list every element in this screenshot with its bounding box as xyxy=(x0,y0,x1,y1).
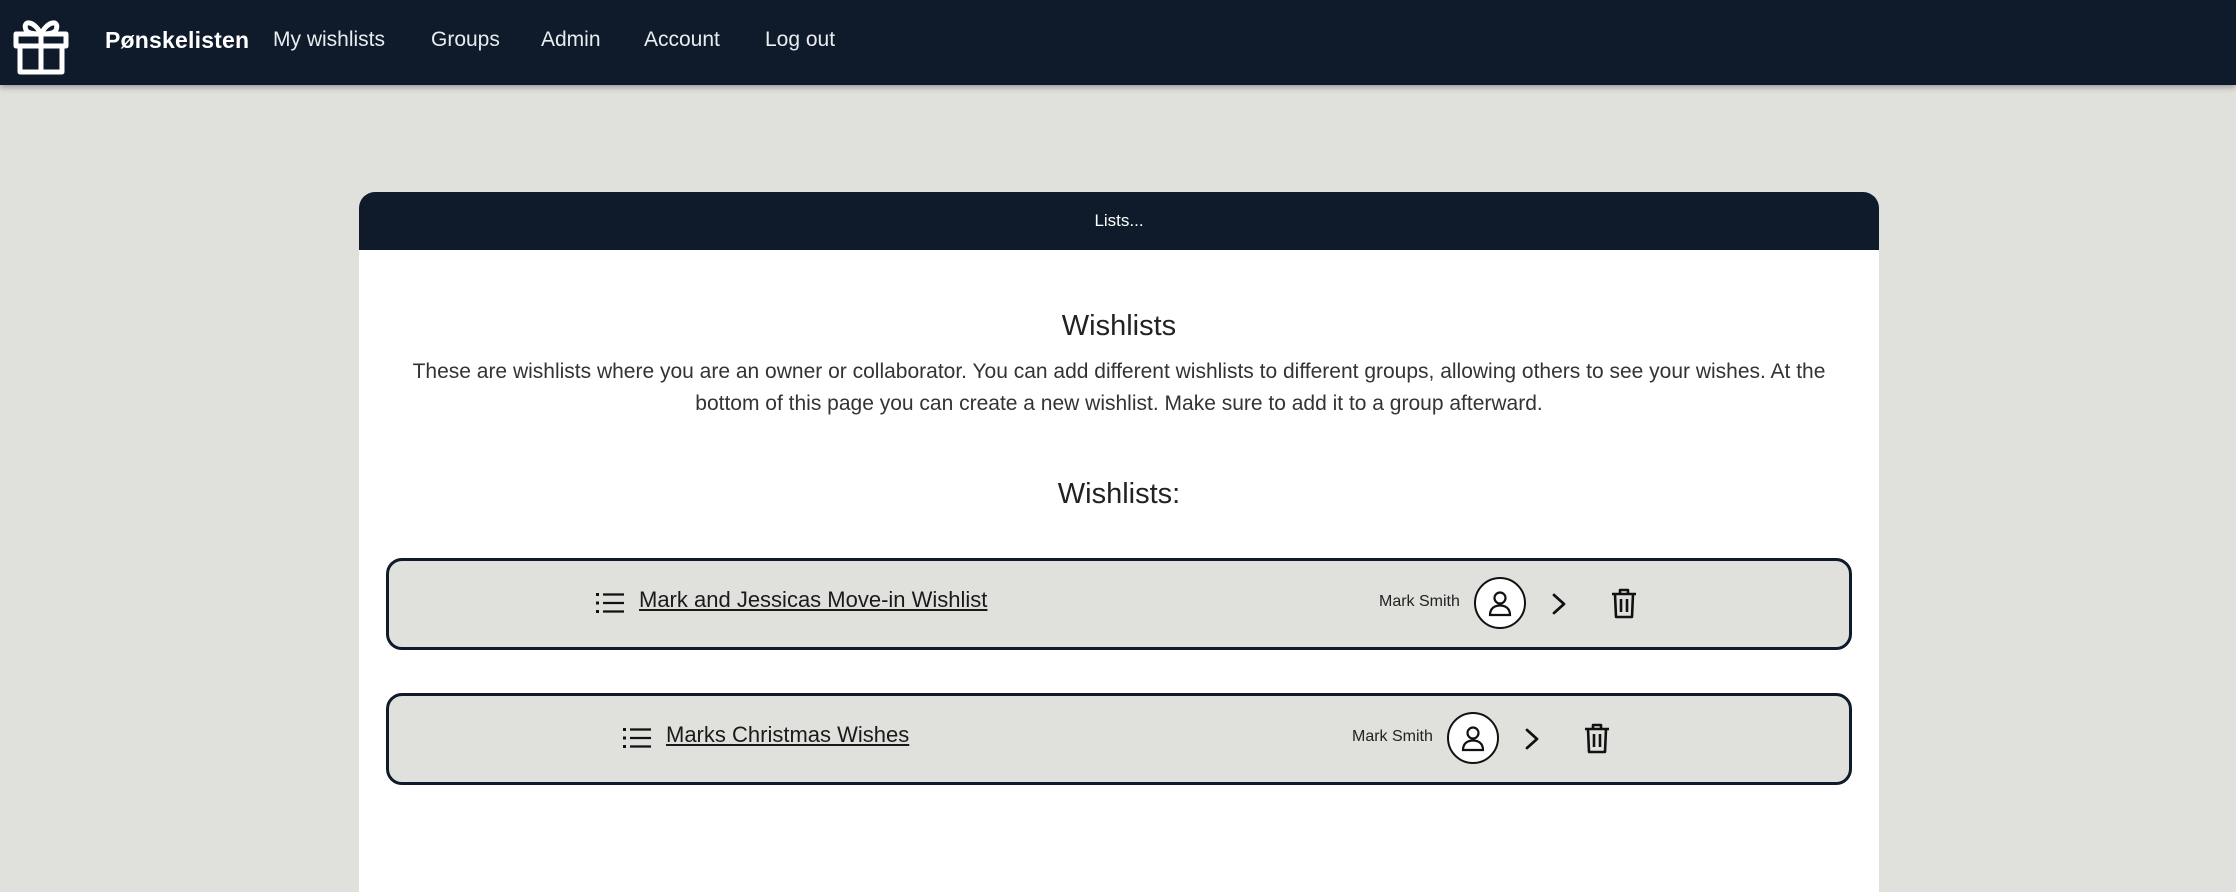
nav-log-out[interactable]: Log out xyxy=(765,28,835,52)
trash-icon[interactable] xyxy=(1583,722,1611,754)
card-header: Lists... xyxy=(359,192,1879,250)
user-icon[interactable] xyxy=(1474,577,1526,629)
list-icon xyxy=(596,593,624,613)
nav-my-wishlists[interactable]: My wishlists xyxy=(273,28,385,52)
trash-icon[interactable] xyxy=(1610,587,1638,619)
card-header-label: Lists... xyxy=(1094,211,1144,230)
chevron-right-icon[interactable] xyxy=(1522,724,1542,754)
wishlist-row: Marks Christmas Wishes Mark Smith xyxy=(386,693,1852,785)
list-icon xyxy=(623,728,651,748)
user-icon-glyph xyxy=(1461,726,1485,752)
user-icon[interactable] xyxy=(1447,712,1499,764)
page-title: Wishlists xyxy=(1061,310,1177,342)
top-navbar: Pønskelisten My wishlists Groups Admin A… xyxy=(0,0,2236,85)
gift-icon[interactable] xyxy=(8,10,74,76)
brand-link[interactable]: Pønskelisten xyxy=(105,27,249,54)
wishlists-subtitle: Wishlists: xyxy=(1057,478,1181,510)
wishlist-link[interactable]: Marks Christmas Wishes xyxy=(666,722,909,748)
page-description: These are wishlists where you are an own… xyxy=(412,360,1826,415)
nav-admin[interactable]: Admin xyxy=(541,28,601,52)
wishlists-card: Lists... Wishlists These are wishlists w… xyxy=(359,192,1879,892)
nav-account[interactable]: Account xyxy=(644,28,720,52)
nav-groups[interactable]: Groups xyxy=(431,28,500,52)
user-icon-glyph xyxy=(1488,591,1512,617)
wishlist-link[interactable]: Mark and Jessicas Move-in Wishlist xyxy=(639,587,987,613)
wishlist-owner: Mark Smith xyxy=(1352,728,1433,745)
chevron-right-icon[interactable] xyxy=(1549,589,1569,619)
wishlist-owner: Mark Smith xyxy=(1379,593,1460,610)
wishlist-row: Mark and Jessicas Move-in Wishlist Mark … xyxy=(386,558,1852,650)
